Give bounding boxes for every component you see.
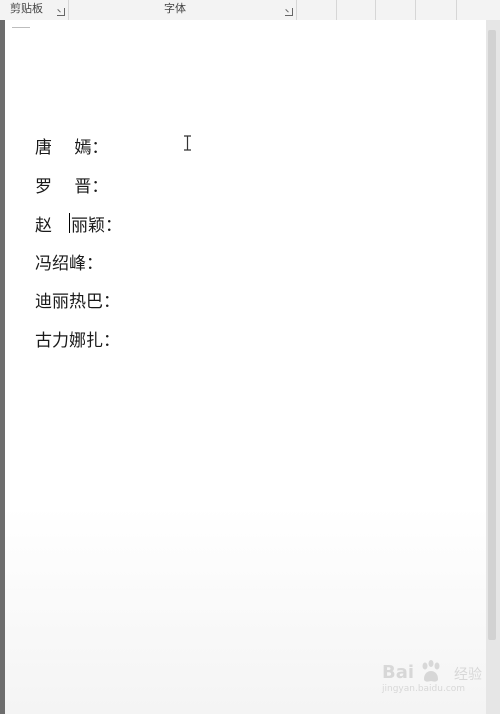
- watermark-sub: 经验: [454, 667, 482, 683]
- line-text: 唐 嫣：: [35, 137, 109, 158]
- line-text: 冯绍峰：: [35, 253, 103, 274]
- ribbon-separator: [375, 0, 376, 20]
- document-line[interactable]: 罗 晋：: [35, 172, 109, 197]
- line-text: 罗 晋：: [35, 176, 109, 197]
- ibeam-cursor-icon: [184, 135, 191, 151]
- clipboard-group-label: 剪贴板: [10, 2, 43, 15]
- document-line[interactable]: 冯绍峰：: [35, 249, 103, 274]
- document-line[interactable]: 迪丽热巴：: [35, 287, 120, 312]
- ribbon-separator: [296, 0, 297, 20]
- line-text: 古力娜扎：: [35, 330, 120, 351]
- document-line[interactable]: 唐 嫣：: [35, 133, 109, 158]
- document-page[interactable]: 唐 嫣： 罗 晋： 赵 丽颖： 冯绍峰： 迪丽热巴： 古力娜扎：: [5, 20, 486, 714]
- line-text: 迪丽热巴：: [35, 291, 120, 312]
- font-group-label: 字体: [164, 2, 186, 15]
- ribbon-group-labels: 剪贴板 字体: [0, 0, 500, 21]
- watermark-url: jingyan.baidu.com: [382, 684, 466, 694]
- line-text: 丽颖：: [71, 215, 122, 236]
- document-line[interactable]: 古力娜扎：: [35, 326, 120, 351]
- font-launcher-icon[interactable]: [285, 8, 293, 16]
- document-line[interactable]: 赵 丽颖：: [35, 211, 122, 236]
- ribbon-separator: [68, 0, 69, 20]
- text-insertion-cursor: [69, 213, 70, 233]
- ribbon-separator: [456, 0, 457, 20]
- ribbon-separator: [415, 0, 416, 20]
- word-window: 剪贴板 字体 唐 嫣： 罗 晋： 赵 丽颖： 冯绍峰： 迪丽热巴： 古力娜扎： …: [0, 0, 500, 714]
- line-text: 赵: [35, 215, 69, 236]
- paw-icon: [422, 660, 440, 682]
- clipboard-launcher-icon[interactable]: [57, 8, 65, 16]
- margin-marker: [12, 25, 30, 28]
- scrollbar-thumb[interactable]: [488, 30, 496, 640]
- baidu-jingyan-watermark: Bai 经验 jingyan.baidu.com: [382, 660, 492, 700]
- watermark-brand: Bai: [382, 662, 415, 683]
- ribbon-separator: [336, 0, 337, 20]
